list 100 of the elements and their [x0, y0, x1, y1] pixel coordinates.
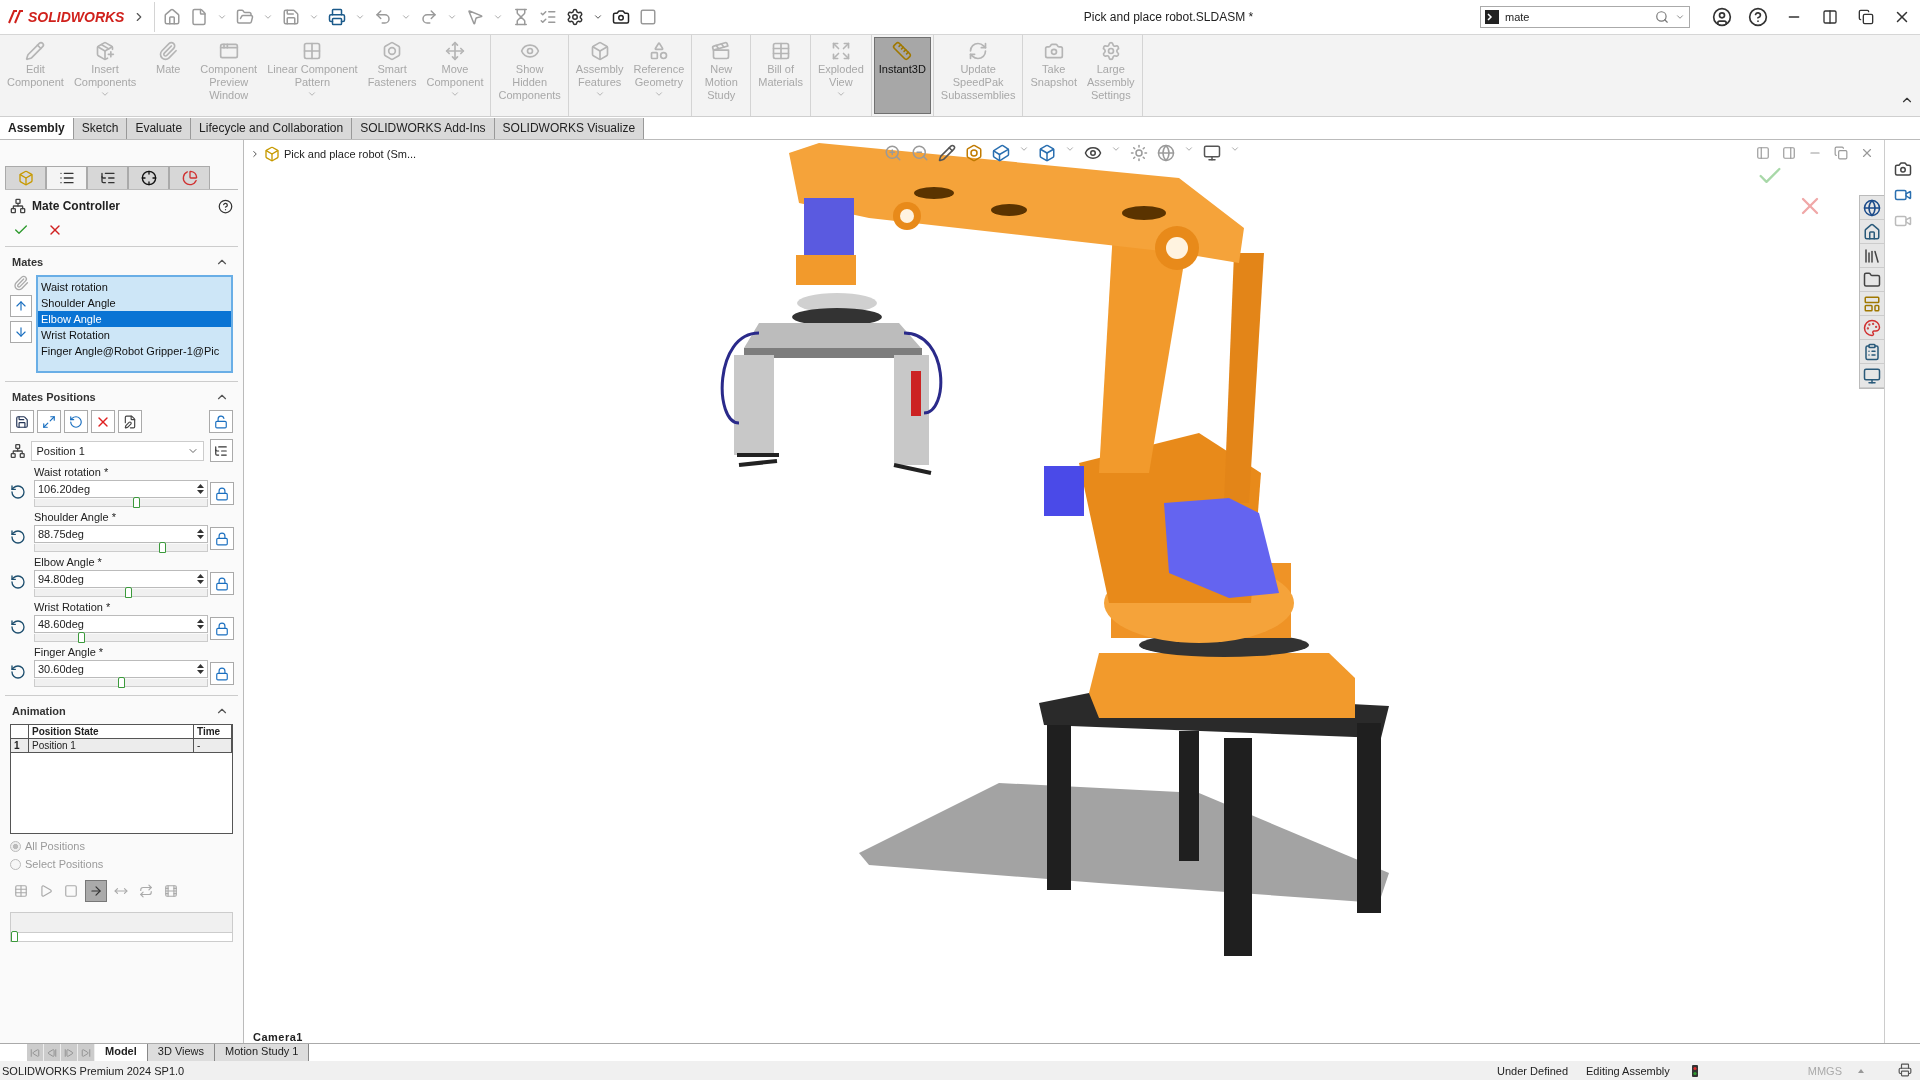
help-icon[interactable] — [218, 198, 233, 214]
status-icon[interactable] — [1898, 1062, 1912, 1077]
section-icon[interactable] — [965, 144, 983, 162]
cursor-icon[interactable] — [466, 8, 484, 26]
restore-icon[interactable] — [1858, 9, 1874, 25]
lock-button[interactable] — [210, 527, 234, 550]
undo-button[interactable] — [64, 410, 88, 433]
ribbon-button[interactable]: Instant3D — [873, 37, 931, 114]
mates-list[interactable]: Waist rotation Shoulder Angle Elbow Angle Wrist Rotation Finger Angle@Robot Gripper-1@Pic — [36, 275, 233, 373]
command-tab[interactable]: Sketch — [73, 118, 128, 139]
panel-tab[interactable] — [128, 166, 169, 189]
monitor-icon[interactable] — [1203, 144, 1221, 162]
spinner-icon[interactable] — [196, 572, 205, 586]
undo-icon[interactable] — [374, 8, 392, 26]
pencil-icon[interactable] — [938, 144, 956, 162]
tile-icon[interactable] — [1822, 9, 1838, 25]
table-icon — [770, 41, 791, 61]
command-tab[interactable]: Lifecycle and Collaboration — [191, 118, 353, 139]
angle-field[interactable]: 94.80deg — [34, 570, 208, 588]
expand-icon[interactable] — [250, 149, 260, 159]
slider-thumb[interactable] — [159, 542, 167, 553]
help-icon[interactable] — [1748, 7, 1768, 27]
list-item[interactable]: Wrist Rotation — [38, 327, 231, 343]
spinner-icon[interactable] — [196, 527, 205, 541]
list-item[interactable]: Shoulder Angle — [38, 295, 231, 311]
up-arrow-icon[interactable] — [1858, 1068, 1864, 1073]
next-icon[interactable] — [1782, 146, 1796, 160]
table-cell: Position 1 — [29, 739, 194, 752]
angle-field[interactable]: 48.60deg — [34, 615, 208, 633]
redo-icon[interactable] — [420, 8, 438, 26]
command-tab[interactable]: SOLIDWORKS Add-Ins — [352, 118, 495, 139]
slider-track[interactable] — [34, 679, 208, 687]
save-icon[interactable] — [282, 8, 300, 26]
radio-button[interactable] — [10, 840, 21, 852]
save-position-button[interactable] — [10, 410, 34, 433]
lock-button[interactable] — [210, 572, 234, 595]
tree-item[interactable]: Pick and place robot (Sm... — [284, 148, 417, 160]
unlock-button[interactable] — [209, 410, 233, 433]
slider-track[interactable] — [34, 634, 208, 642]
panel-tab[interactable] — [87, 166, 128, 189]
zoom-icon[interactable] — [884, 144, 902, 162]
tree-button[interactable] — [209, 439, 233, 462]
angle-field[interactable]: 88.75deg — [34, 525, 208, 543]
angle-field[interactable]: 30.60deg — [34, 660, 208, 678]
paperclip-icon — [13, 275, 29, 291]
move-down-button[interactable] — [10, 321, 32, 343]
radio-label: All Positions — [25, 840, 85, 852]
bottom-tab[interactable]: Motion Study 1 — [215, 1044, 310, 1061]
slider-thumb[interactable] — [132, 497, 140, 508]
command-tab[interactable]: SOLIDWORKS Visualize — [494, 118, 645, 139]
lock-button[interactable] — [210, 482, 234, 505]
fit-button[interactable] — [37, 410, 61, 433]
section-title: Mates Positions — [12, 391, 96, 403]
lock-button[interactable] — [210, 662, 234, 685]
timeline-thumb[interactable] — [11, 931, 18, 942]
previous-icon[interactable] — [1756, 146, 1770, 160]
camera-icon[interactable] — [1893, 160, 1912, 178]
eye-icon[interactable] — [1084, 144, 1102, 162]
spinner-icon[interactable] — [196, 482, 205, 496]
camera-icon[interactable] — [612, 8, 630, 26]
appearance-icon[interactable] — [1130, 144, 1148, 162]
printer-icon[interactable] — [328, 8, 346, 26]
slider-thumb[interactable] — [124, 587, 132, 598]
slider-thumb[interactable] — [118, 677, 125, 688]
lock-button[interactable] — [210, 617, 234, 640]
play-icon — [39, 884, 53, 898]
command-tab[interactable]: Evaluate — [127, 118, 192, 139]
timeline-track[interactable] — [11, 932, 232, 941]
lock-icon — [215, 576, 229, 591]
slider-track[interactable] — [34, 499, 208, 507]
user-icon[interactable] — [1712, 7, 1732, 27]
settings-icon[interactable] — [566, 8, 584, 26]
display-style-icon[interactable] — [1038, 144, 1056, 162]
bottom-tab[interactable]: 3D Views — [147, 1044, 216, 1061]
properties-icon[interactable] — [539, 8, 557, 26]
slider-track[interactable] — [34, 589, 208, 597]
list-item[interactable]: Finger Angle@Robot Gripper-1@Pic — [38, 343, 231, 359]
zoom-area-icon[interactable] — [911, 144, 929, 162]
position-dropdown[interactable]: Position 1 — [31, 440, 204, 461]
caret-icon — [1675, 12, 1685, 22]
list-item[interactable]: Elbow Angle — [38, 311, 231, 327]
playback-button[interactable] — [85, 880, 107, 902]
app-logo-text: SOLIDWORKS — [28, 9, 125, 25]
spinner-icon[interactable] — [196, 662, 205, 676]
slider-thumb[interactable] — [78, 632, 86, 643]
edit-button[interactable] — [118, 410, 142, 433]
slider-track[interactable] — [34, 544, 208, 552]
spinner-icon[interactable] — [196, 617, 205, 631]
radio-button[interactable] — [10, 858, 21, 870]
new-file-icon[interactable] — [190, 8, 208, 26]
search-field[interactable]: mate — [1480, 6, 1690, 28]
move-up-button[interactable] — [10, 295, 32, 317]
list-item[interactable]: Waist rotation — [38, 279, 231, 295]
cube-icon[interactable] — [992, 144, 1010, 162]
delete-button[interactable] — [91, 410, 115, 433]
folder-icon[interactable] — [236, 8, 254, 26]
angle-field[interactable]: 106.20deg — [34, 480, 208, 498]
caret-icon — [1184, 144, 1194, 154]
home-icon[interactable] — [163, 8, 181, 26]
scene-icon[interactable] — [1157, 144, 1175, 162]
